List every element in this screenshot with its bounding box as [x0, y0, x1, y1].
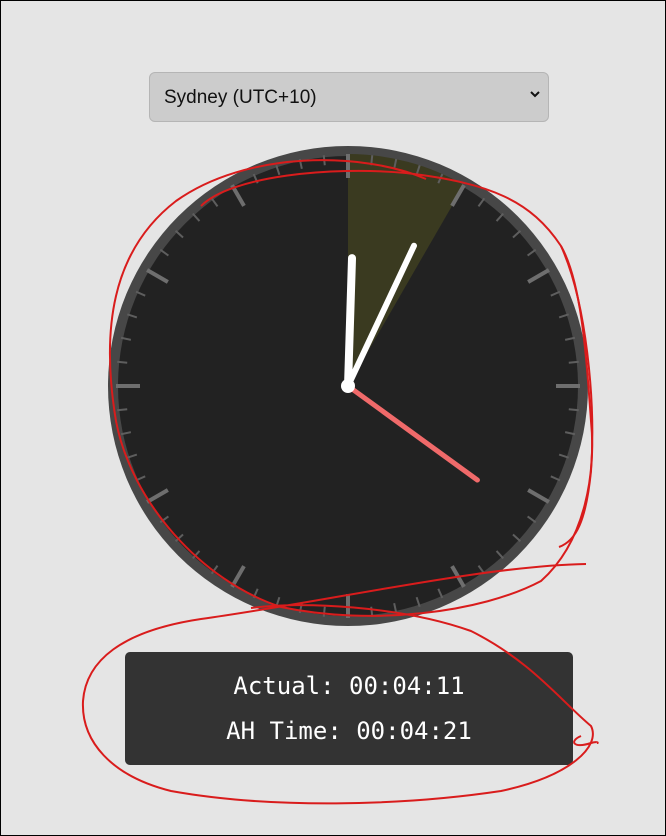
minor-tick-mark: [568, 408, 579, 412]
ah-time-line: AH Time: 00:04:21: [125, 716, 573, 746]
minor-tick-mark: [117, 360, 128, 364]
minor-tick-mark: [370, 606, 374, 617]
app-frame: Sydney (UTC+10) Actual: 00:04:11 AH Time…: [0, 0, 666, 836]
actual-time-label: Actual:: [233, 672, 335, 700]
ah-time-label: AH Time:: [226, 717, 342, 745]
hour-hand: [344, 254, 357, 390]
time-readout-panel: Actual: 00:04:11 AH Time: 00:04:21: [125, 652, 573, 765]
minor-tick-mark: [322, 155, 326, 166]
minor-tick-mark: [370, 155, 374, 166]
clock-center-pin: [341, 379, 355, 393]
minor-tick-mark: [117, 408, 128, 412]
ah-time-value: 00:04:21: [356, 717, 472, 745]
actual-time-line: Actual: 00:04:11: [125, 671, 573, 701]
actual-time-value: 00:04:11: [349, 672, 465, 700]
minor-tick-mark: [322, 606, 326, 617]
minor-tick-mark: [568, 360, 579, 364]
